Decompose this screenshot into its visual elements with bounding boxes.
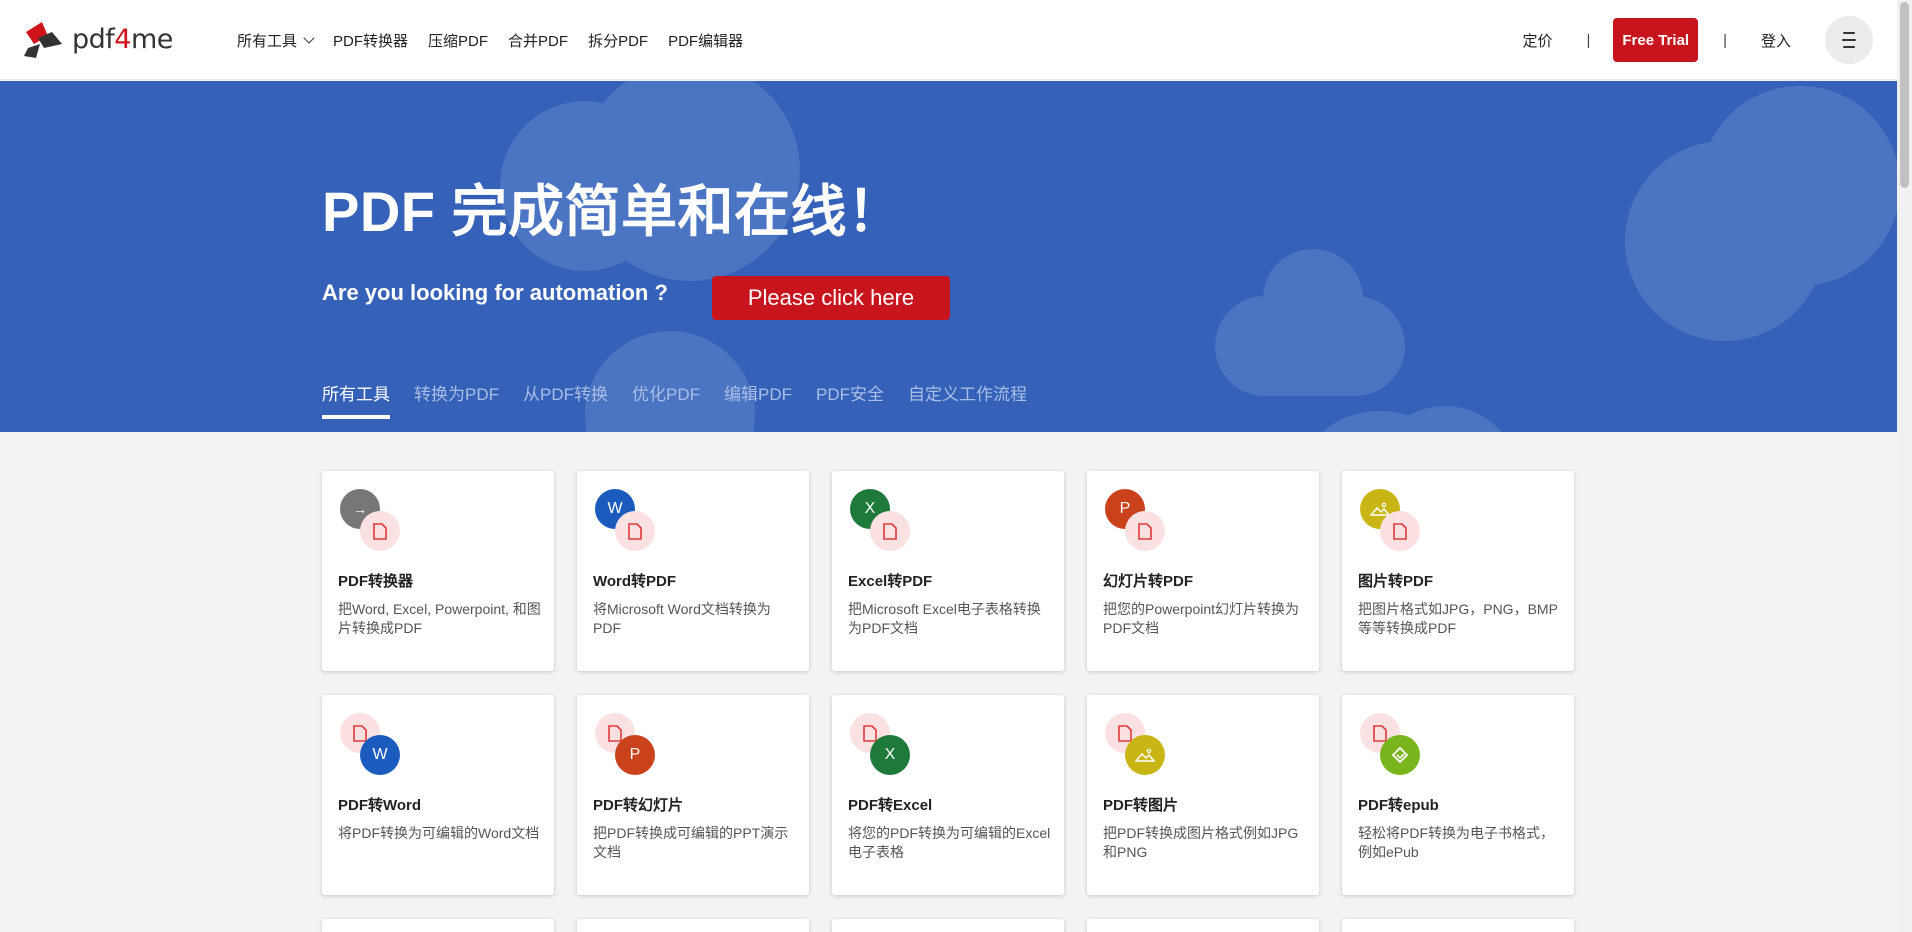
card-description: 把PDF转换成图片格式例如JPG和PNG <box>1103 825 1299 860</box>
tool-card-partial[interactable] <box>322 919 554 932</box>
tool-card-partial[interactable] <box>832 919 1064 932</box>
menu-line <box>1843 32 1855 34</box>
vertical-scrollbar[interactable] <box>1897 0 1912 932</box>
card-icons: P <box>595 713 665 775</box>
word-icon: W <box>360 735 400 775</box>
tool-card-grid: → PDF转换器 把Word, Excel, Powerpoint, 和图片转换… <box>322 471 1574 932</box>
free-trial-button[interactable]: Free Trial <box>1613 18 1699 62</box>
card-title: PDF转Excel <box>848 797 933 814</box>
main-nav: 所有工具 PDF转换器 压缩PDF 合并PDF 拆分PDF PDF编辑器 <box>237 0 743 80</box>
separator: | <box>1723 31 1727 49</box>
top-header: pdf4me 所有工具 PDF转换器 压缩PDF 合并PDF 拆分PDF PDF… <box>0 0 1897 80</box>
card-description: 把您的Powerpoint幻灯片转换为PDF文档 <box>1103 601 1300 636</box>
card-description: 把Word, Excel, Powerpoint, 和图片转换成PDF <box>338 601 541 636</box>
card-icons: P <box>1105 489 1175 551</box>
tool-card-pdf-to-image[interactable]: PDF转图片 把PDF转换成图片格式例如JPG和PNG <box>1087 695 1319 895</box>
card-title: Excel转PDF <box>848 573 933 590</box>
tab-edit-pdf[interactable]: 编辑PDF <box>724 380 792 419</box>
tab-custom-workflow[interactable]: 自定义工作流程 <box>908 380 1027 419</box>
powerpoint-icon: P <box>615 735 655 775</box>
card-title: PDF转epub <box>1358 797 1439 814</box>
logo-text: pdf4me <box>72 23 173 55</box>
tab-convert-from-pdf[interactable]: 从PDF转换 <box>523 380 608 419</box>
hero-title: PDF 完成简单和在线！ <box>322 180 904 243</box>
tool-card-excel-to-pdf[interactable]: X Excel转PDF 把Microsoft Excel电子表格转换为PDF文档 <box>832 471 1064 671</box>
pdf-file-icon <box>870 511 910 551</box>
card-icons: W <box>340 713 410 775</box>
pdf-file-icon <box>360 511 400 551</box>
hero-subtitle: Are you looking for automation ? <box>322 280 668 305</box>
card-description: 将您的PDF转换为可编辑的Excel电子表格 <box>848 825 1051 860</box>
separator: | <box>1586 31 1591 49</box>
category-tabs: 所有工具 转换为PDF 从PDF转换 优化PDF 编辑PDF PDF安全 自定义… <box>322 380 1027 419</box>
tool-card-image-to-pdf[interactable]: 图片转PDF 把图片格式如JPG，PNG，BMP等等转换成PDF <box>1342 471 1574 671</box>
menu-line <box>1842 39 1856 41</box>
card-title: 幻灯片转PDF <box>1103 573 1194 590</box>
pdf-file-icon <box>615 511 655 551</box>
right-nav: 定价 | Free Trial | 登入 <box>1522 0 1882 80</box>
nav-merge-pdf[interactable]: 合并PDF <box>508 30 568 51</box>
card-description: 把PDF转换成可编辑的PPT演示文档 <box>593 825 789 860</box>
pricing-link[interactable]: 定价 <box>1522 30 1552 51</box>
tool-card-pdf-converter[interactable]: → PDF转换器 把Word, Excel, Powerpoint, 和图片转换… <box>322 471 554 671</box>
pdf4me-logo[interactable]: pdf4me <box>22 18 173 60</box>
card-description: 将PDF转换为可编辑的Word文档 <box>338 825 540 841</box>
card-description: 把图片格式如JPG，PNG，BMP等等转换成PDF <box>1358 601 1558 636</box>
card-title: 图片转PDF <box>1358 573 1434 590</box>
card-icons: X <box>850 489 920 551</box>
card-description: 把Microsoft Excel电子表格转换为PDF文档 <box>848 601 1041 636</box>
card-icons: X <box>850 713 920 775</box>
tool-card-pdf-to-excel[interactable]: X PDF转Excel 将您的PDF转换为可编辑的Excel电子表格 <box>832 695 1064 895</box>
scrollbar-thumb[interactable] <box>1900 2 1909 188</box>
tool-card-partial[interactable] <box>1342 919 1574 932</box>
card-icons <box>1360 713 1430 775</box>
tool-card-partial[interactable] <box>577 919 809 932</box>
tool-card-pdf-to-ppt[interactable]: P PDF转幻灯片 把PDF转换成可编辑的PPT演示文档 <box>577 695 809 895</box>
tool-card-ppt-to-pdf[interactable]: P 幻灯片转PDF 把您的Powerpoint幻灯片转换为PDF文档 <box>1087 471 1319 671</box>
tool-card-word-to-pdf[interactable]: W Word转PDF 将Microsoft Word文档转换为PDF <box>577 471 809 671</box>
card-title: PDF转幻灯片 <box>593 797 684 814</box>
card-icons <box>1360 489 1430 551</box>
nav-compress-pdf[interactable]: 压缩PDF <box>428 30 488 51</box>
menu-line <box>1843 46 1855 48</box>
pdf-file-icon <box>1125 511 1165 551</box>
nav-pdf-editor[interactable]: PDF编辑器 <box>668 30 743 51</box>
nav-split-pdf[interactable]: 拆分PDF <box>588 30 648 51</box>
excel-icon: X <box>870 735 910 775</box>
epub-icon <box>1380 735 1420 775</box>
tool-card-pdf-to-epub[interactable]: PDF转epub 轻松将PDF转换为电子书格式，例如ePub <box>1342 695 1574 895</box>
hero-banner: PDF 完成简单和在线！ Are you looking for automat… <box>0 81 1897 432</box>
login-link[interactable]: 登入 <box>1761 30 1791 51</box>
card-title: PDF转图片 <box>1103 797 1179 814</box>
card-description: 轻松将PDF转换为电子书格式，例如ePub <box>1358 825 1554 860</box>
tab-convert-to-pdf[interactable]: 转换为PDF <box>414 380 499 419</box>
tab-optimize-pdf[interactable]: 优化PDF <box>632 380 700 419</box>
tab-pdf-security[interactable]: PDF安全 <box>816 380 884 419</box>
logo-mark-icon <box>22 18 66 60</box>
card-title: PDF转Word <box>338 797 422 814</box>
card-icons <box>1105 713 1175 775</box>
nav-pdf-converter[interactable]: PDF转换器 <box>333 30 408 51</box>
card-title: PDF转换器 <box>338 573 414 590</box>
card-description: 将Microsoft Word文档转换为PDF <box>593 601 771 636</box>
card-icons: W <box>595 489 665 551</box>
chevron-down-icon <box>303 32 315 44</box>
tool-card-pdf-to-word[interactable]: W PDF转Word 将PDF转换为可编辑的Word文档 <box>322 695 554 895</box>
image-icon <box>1125 735 1165 775</box>
card-title: Word转PDF <box>593 573 677 590</box>
card-icons: → <box>340 489 410 551</box>
pdf-file-icon <box>1380 511 1420 551</box>
nav-all-tools[interactable]: 所有工具 <box>237 30 315 51</box>
tool-card-partial[interactable] <box>1087 919 1319 932</box>
automation-cta-button[interactable]: Please click here <box>712 276 950 320</box>
cloud-decoration <box>1700 86 1897 286</box>
tab-all-tools[interactable]: 所有工具 <box>322 380 390 419</box>
cloud-decoration <box>1263 249 1363 349</box>
hamburger-menu-button[interactable] <box>1825 16 1873 64</box>
